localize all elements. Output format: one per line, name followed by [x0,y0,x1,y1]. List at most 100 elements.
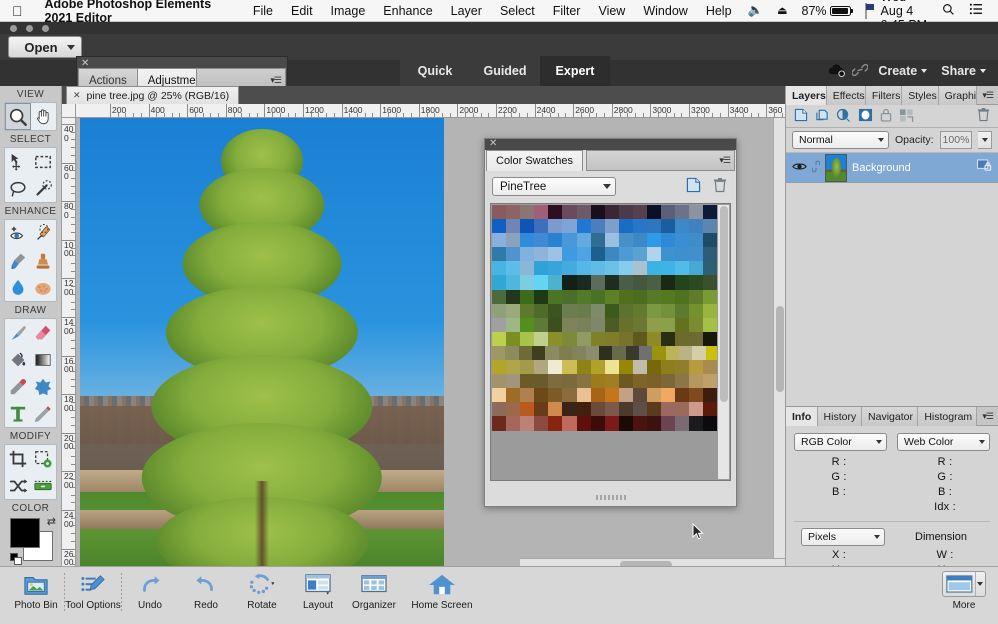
color-swatch[interactable] [618,416,633,431]
color-swatch[interactable] [675,247,690,262]
color-swatch[interactable] [604,374,619,389]
color-swatch[interactable] [675,261,690,276]
color-swatch[interactable] [661,374,676,389]
color-swatch[interactable] [534,388,549,403]
color-swatch[interactable] [647,416,662,431]
color-swatch[interactable] [638,345,653,361]
color-swatch[interactable] [618,374,633,389]
lasso-tool[interactable] [5,175,31,202]
info-left-mode-select[interactable]: RGB Color [794,433,887,451]
blend-mode-select[interactable]: Normal [792,131,890,149]
panel-menu-icon[interactable]: ▾☰ [977,407,998,425]
color-swatch[interactable] [647,331,662,346]
color-swatch[interactable] [590,261,605,276]
color-swatch[interactable] [689,233,704,248]
color-swatch[interactable] [632,374,648,389]
color-swatch[interactable] [520,275,535,290]
color-swatch[interactable] [506,416,521,431]
color-swatch[interactable] [520,388,535,403]
eject-icon[interactable]: ⏏ [770,4,794,17]
color-swatch[interactable] [632,205,648,220]
close-icon[interactable]: ✕ [73,90,81,101]
color-swatch[interactable] [548,219,563,234]
swatch-set-select[interactable]: PineTree [492,177,616,196]
color-swatch[interactable] [632,233,648,248]
layer-mask-icon[interactable] [858,108,873,125]
color-swatch[interactable] [703,303,718,318]
color-swatch[interactable] [520,261,535,276]
color-swatch[interactable] [703,289,718,304]
color-swatch[interactable] [548,233,563,248]
color-swatch[interactable] [632,247,648,262]
color-swatch[interactable] [647,303,662,318]
apple-logo-icon[interactable]:  [0,4,35,18]
color-swatch[interactable] [520,331,535,346]
color-swatch[interactable] [534,233,549,248]
panel-menu-icon[interactable]: ▾☰ [719,155,731,166]
color-swatch[interactable] [548,289,563,304]
color-swatch[interactable] [632,289,648,304]
color-swatch[interactable] [506,303,521,318]
color-swatch[interactable] [618,219,633,234]
color-swatch[interactable] [562,317,577,332]
tab-navigator[interactable]: Navigator [862,407,919,426]
info-right-mode-select[interactable]: Web Color [897,433,990,451]
color-swatch[interactable] [689,219,704,234]
color-swatch[interactable] [604,416,619,431]
color-swatch[interactable] [661,289,676,304]
photo-bin-button[interactable]: Photo Bin [8,567,64,624]
color-swatch[interactable] [661,275,676,290]
color-swatch[interactable] [661,317,676,332]
open-dropdown-chevron-down-icon[interactable] [60,36,82,58]
color-swatch[interactable] [632,360,648,375]
color-swatch[interactable] [506,219,521,234]
color-swatch[interactable] [520,303,535,318]
color-swatch[interactable] [562,219,577,234]
color-swatch[interactable] [689,275,704,290]
color-swatch[interactable] [604,219,619,234]
color-swatch[interactable] [647,388,662,403]
color-swatch[interactable] [598,345,613,361]
window-zoom-button[interactable] [42,25,49,32]
speaker-icon[interactable]: 🔈 [741,3,771,18]
color-swatch[interactable] [520,402,535,417]
type-tool[interactable] [5,400,31,427]
color-swatch[interactable] [661,331,676,346]
color-swatch[interactable] [492,374,507,389]
color-swatch[interactable] [675,360,690,375]
content-aware-move-tool[interactable] [5,472,31,499]
color-swatch[interactable] [545,345,559,361]
scrollbar-thumb[interactable] [776,306,784,392]
color-swatch[interactable] [576,303,591,318]
color-swatch[interactable] [576,388,591,403]
more-button[interactable]: More [936,571,992,621]
color-swatch[interactable] [506,275,521,290]
color-swatch[interactable] [703,331,718,346]
color-swatch[interactable] [520,416,535,431]
color-swatch[interactable] [492,205,507,220]
color-swatch[interactable] [520,219,535,234]
color-swatch[interactable] [506,261,521,276]
battery-status[interactable]: 87% [795,4,858,18]
color-swatch[interactable] [703,416,718,431]
color-swatch[interactable] [632,416,648,431]
tab-effects[interactable]: Effects [826,86,866,105]
color-swatch[interactable] [618,388,633,403]
color-swatch[interactable] [661,388,676,403]
color-swatch[interactable] [562,416,577,431]
color-swatch[interactable] [506,247,521,262]
color-swatch[interactable] [661,261,676,276]
color-swatch[interactable] [506,233,521,248]
color-swatch[interactable] [632,317,648,332]
color-swatch[interactable] [562,388,577,403]
color-swatch[interactable] [618,402,633,417]
layer-row-background[interactable]: Background [786,152,998,183]
active-app-name[interactable]: Adobe Photoshop Elements 2021 Editor [35,0,244,25]
color-swatch[interactable] [647,247,662,262]
panel-menu-icon[interactable]: ▾☰ [270,75,282,86]
tab-quick[interactable]: Quick [400,56,470,86]
color-swatch[interactable] [703,233,718,248]
home-screen-button[interactable]: Home Screen [402,567,482,624]
color-swatch[interactable] [576,261,591,276]
color-swatch[interactable] [703,360,718,375]
